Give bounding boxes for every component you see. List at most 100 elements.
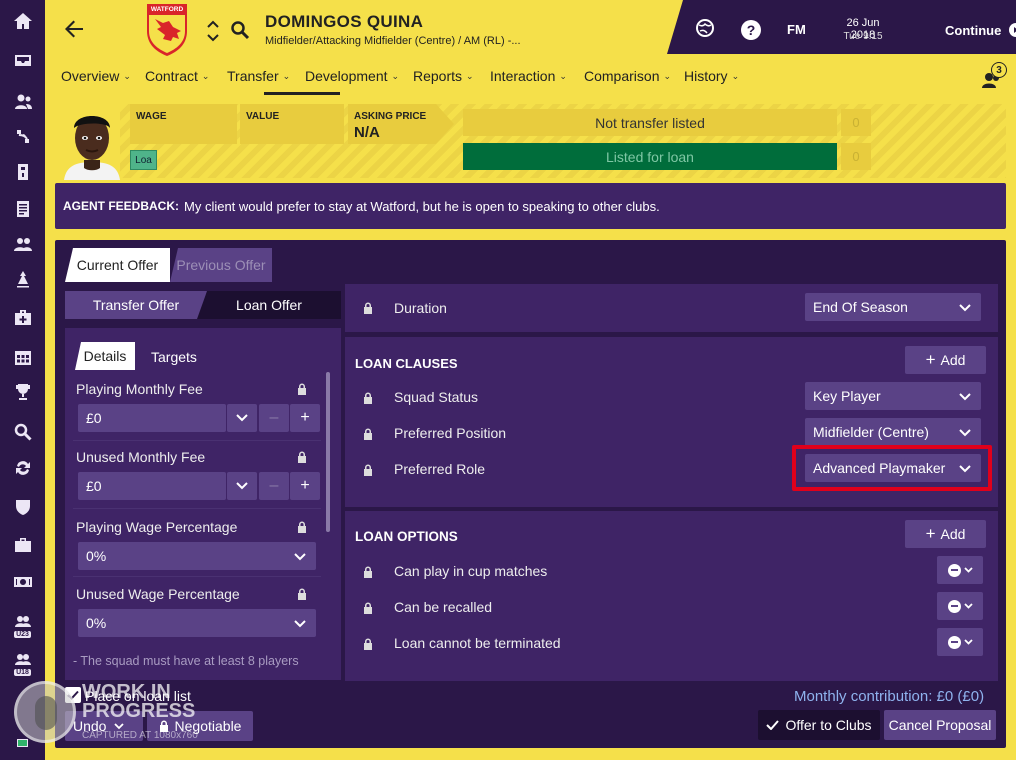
minus-circle-icon <box>947 635 961 649</box>
agent-feedback: AGENT FEEDBACK: My client would prefer t… <box>55 183 1006 229</box>
watermark-line-2: PROGRESS <box>82 700 196 722</box>
playing-monthly-fee-input[interactable]: £0 <box>78 404 226 432</box>
transfers-icon[interactable] <box>0 451 45 485</box>
globe-icon[interactable] <box>695 18 715 38</box>
lock-icon[interactable] <box>297 451 307 463</box>
lock-icon[interactable] <box>297 383 307 395</box>
playing-fee-decrement-button[interactable]: – <box>259 404 289 432</box>
loan-offer-toggle[interactable]: Loan Offer <box>197 291 341 319</box>
continue-arrow-icon <box>1009 23 1016 37</box>
training-icon[interactable] <box>0 262 45 296</box>
preferred-role-dropdown[interactable]: Advanced Playmaker <box>805 454 981 482</box>
tab-history[interactable]: History ⌄ <box>684 68 739 84</box>
unused-monthly-fee-input[interactable]: £0 <box>78 472 226 500</box>
unused-wage-pct-label: Unused Wage Percentage <box>76 586 240 602</box>
chevron-down-icon <box>963 603 973 609</box>
squad-status-dropdown[interactable]: Key Player <box>805 382 981 410</box>
unused-wage-pct-dropdown[interactable]: 0% <box>78 609 316 637</box>
tab-details[interactable]: Details <box>75 342 135 370</box>
squad-icon[interactable] <box>0 85 45 119</box>
finances-icon[interactable] <box>0 565 45 599</box>
cup-matches-toggle[interactable] <box>937 556 983 584</box>
player-switch-chevrons-icon[interactable] <box>206 18 220 44</box>
checkmark-icon <box>766 720 780 730</box>
unused-fee-decrement-button[interactable]: – <box>259 472 289 500</box>
recall-toggle[interactable] <box>937 592 983 620</box>
tab-transfer-label: Transfer <box>227 68 279 84</box>
add-loan-clause-button[interactable]: + Add <box>905 346 986 374</box>
notification-count: 3 <box>991 62 1007 78</box>
inbox-icon[interactable] <box>0 43 45 77</box>
cannot-terminate-toggle[interactable] <box>937 628 983 656</box>
lock-icon[interactable] <box>363 602 373 614</box>
tab-targets[interactable]: Targets <box>151 349 197 365</box>
preferred-position-dropdown[interactable]: Midfielder (Centre) <box>805 418 981 446</box>
lock-icon[interactable] <box>363 566 373 578</box>
listed-for-loan-status: Listed for loan <box>463 143 837 170</box>
tab-current-offer[interactable]: Current Offer <box>65 248 170 282</box>
lock-icon[interactable] <box>297 521 307 533</box>
staff-notifications-icon[interactable]: 3 <box>980 62 1007 90</box>
duration-dropdown[interactable]: End Of Season <box>805 293 981 321</box>
agent-feedback-label: AGENT FEEDBACK: <box>63 199 179 213</box>
loan-offer-panel: Current Offer Previous Offer Transfer Of… <box>55 240 1006 748</box>
playing-fee-increment-button[interactable]: + <box>290 404 320 432</box>
tab-overview[interactable]: Overview ⌄ <box>61 68 131 84</box>
continue-button[interactable]: Continue <box>923 16 1016 44</box>
club-badge[interactable]: WATFORD <box>145 3 189 57</box>
back-arrow-icon[interactable] <box>61 16 87 42</box>
help-icon[interactable]: ? <box>741 20 761 40</box>
scouting-icon[interactable] <box>0 415 45 449</box>
lock-icon[interactable] <box>363 392 373 404</box>
lock-icon[interactable] <box>363 464 373 476</box>
lock-icon[interactable] <box>363 302 373 314</box>
chevron-down-icon <box>114 722 125 729</box>
tab-previous-offer[interactable]: Previous Offer <box>170 248 272 282</box>
home-icon[interactable] <box>0 4 45 38</box>
tab-reports[interactable]: Reports ⌄ <box>413 68 474 84</box>
club-vision-icon[interactable] <box>0 490 45 524</box>
divider <box>73 576 321 577</box>
lock-icon[interactable] <box>363 428 373 440</box>
staff-icon[interactable] <box>0 227 45 261</box>
medical-icon[interactable] <box>0 300 45 334</box>
cancel-proposal-button[interactable]: Cancel Proposal <box>884 710 996 740</box>
tactics-icon[interactable] <box>0 120 45 154</box>
fm-logo[interactable]: FM <box>787 22 806 37</box>
schedule-icon[interactable] <box>0 340 45 374</box>
tab-interaction[interactable]: Interaction ⌄ <box>490 68 567 84</box>
header: WATFORD DOMINGOS QUINA Midfielder/Attack… <box>45 0 1016 95</box>
unused-fee-dropdown-button[interactable] <box>227 472 257 500</box>
unused-fee-increment-button[interactable]: + <box>290 472 320 500</box>
tab-comparison[interactable]: Comparison ⌄ <box>584 68 671 84</box>
tab-history-label: History <box>684 68 728 84</box>
chevron-down-icon: ⌄ <box>391 70 400 81</box>
tab-contract[interactable]: Contract ⌄ <box>145 68 209 84</box>
agent-feedback-text: My client would prefer to stay at Watfor… <box>184 198 660 214</box>
add-loan-option-button[interactable]: + Add <box>905 520 986 548</box>
tab-overview-label: Overview <box>61 68 120 84</box>
scrollbar[interactable] <box>326 372 330 532</box>
offer-to-clubs-button[interactable]: Offer to Clubs <box>758 710 880 740</box>
tab-development[interactable]: Development ⌄ <box>305 68 399 84</box>
search-icon[interactable] <box>230 20 250 40</box>
data-hub-icon[interactable] <box>0 155 45 189</box>
u23-icon[interactable]: U23 <box>0 606 45 640</box>
transfer-offer-toggle[interactable]: Transfer Offer <box>65 291 207 319</box>
add-loan-option-label: Add <box>940 526 966 542</box>
loan-list-count: 0 <box>841 143 871 170</box>
tab-transfer[interactable]: Transfer ⌄ <box>227 68 290 84</box>
competitions-icon[interactable] <box>0 375 45 409</box>
lock-icon[interactable] <box>297 588 307 600</box>
tab-contract-label: Contract <box>145 68 198 84</box>
lock-icon[interactable] <box>363 638 373 650</box>
playing-fee-dropdown-button[interactable] <box>227 404 257 432</box>
chevron-down-icon: ⌄ <box>282 70 291 81</box>
chevron-down-icon: ⌄ <box>663 70 672 81</box>
u18-icon[interactable]: U18 <box>0 644 45 678</box>
loan-options-section: LOAN OPTIONS + Add Can play in cup matche… <box>345 511 998 681</box>
tab-comparison-label: Comparison <box>584 68 660 84</box>
reports-icon[interactable] <box>0 192 45 226</box>
playing-wage-pct-dropdown[interactable]: 0% <box>78 542 316 570</box>
briefcase-icon[interactable] <box>0 528 45 562</box>
